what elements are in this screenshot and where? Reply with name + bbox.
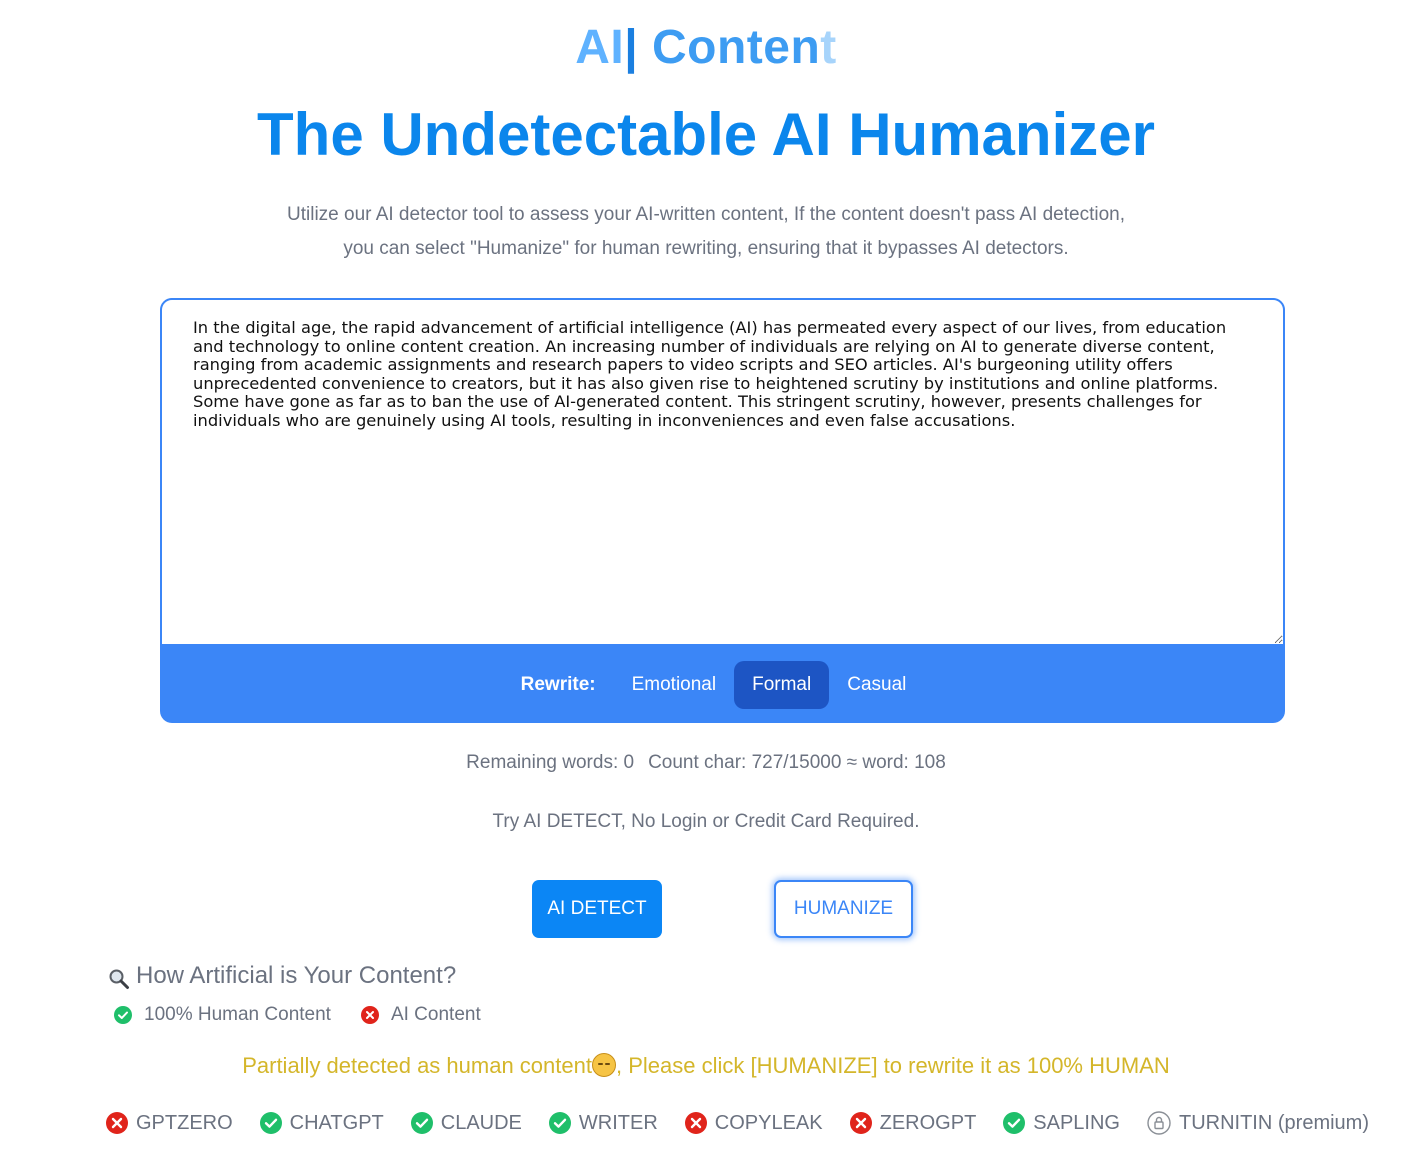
detection-message: Partially detected as human content , Ple… [0,1053,1412,1079]
detector-name: TURNITIN [1178,1111,1273,1134]
x-circle-icon [360,1006,379,1024]
detector-writer: WRITER [548,1111,658,1135]
detector-name: COPYLEAK [714,1111,823,1134]
check-circle-icon [1003,1112,1026,1134]
detection-message-start: Partially detected as human content [242,1053,592,1078]
x-circle-icon [849,1112,872,1134]
result-legend: 100% Human Content AI Content [114,1004,511,1026]
page-title: The Undetectable AI Humanizer [257,101,1155,168]
logo-content: Conten [651,21,821,74]
site-logo[interactable]: AI| Content [0,20,1412,75]
detector-zerogpt: ZEROGPT [849,1111,977,1135]
page-subtitle: Utilize our AI detector tool to assess y… [287,204,1125,259]
tone-casual[interactable]: Casual [829,661,924,709]
lock-circle-icon [1147,1111,1171,1135]
detector-name: WRITER [578,1111,658,1134]
detector-name: SAPLING [1033,1111,1120,1134]
check-circle-icon [259,1112,282,1134]
detector-name: CHATGPT [289,1111,384,1134]
pensive-face-icon [591,1053,616,1077]
magnifier-icon [109,969,129,989]
detector-results: GPTZERO CHATGPT CLAUDE WRITER COPYLEAK Z… [106,1111,1369,1135]
ai-detect-button[interactable]: AI DETECT [532,880,662,938]
tone-emotional[interactable]: Emotional [614,661,735,709]
tone-formal[interactable]: Formal [734,660,830,709]
detector-copyleak: COPYLEAK [684,1111,823,1135]
content-textarea[interactable]: In the digital age, the rapid advancemen… [160,298,1285,646]
detector-sapling: SAPLING [1003,1112,1120,1135]
check-circle-icon [410,1112,433,1134]
x-circle-icon [684,1112,707,1134]
detector-name: ZEROGPT [879,1111,977,1134]
legend-ai: AI Content [360,1004,481,1026]
word-stats: Remaining words: 0 Count char: 727/15000 … [0,752,1412,774]
result-heading: How Artificial is Your Content? [108,962,456,990]
legend-human: 100% Human Content [114,1004,331,1026]
try-notice: Try AI DETECT, No Login or Credit Card R… [492,811,920,832]
detector-gptzero: GPTZERO [106,1112,233,1135]
detector-chatgpt: CHATGPT [259,1111,384,1135]
char-count: Count char: 727/15000 ≈ word: 108 [648,752,946,773]
remaining-words: Remaining words: 0 [466,752,635,773]
x-circle-icon [106,1112,128,1134]
detector-claude: CLAUDE [410,1111,522,1135]
logo-content-fade: t [820,21,837,74]
editor-panel: In the digital age, the rapid advancemen… [160,298,1285,723]
legend-ai-label: AI Content [390,1004,481,1025]
check-circle-icon [548,1112,571,1134]
logo-ai: AI [575,21,625,74]
logo-cursor: | [624,21,639,74]
detector-name: CLAUDE [440,1111,522,1134]
detector-turnitin: TURNITIN (premium) [1147,1111,1369,1135]
rewrite-bar: Rewrite: Emotional Formal Casual [160,646,1285,723]
check-circle-icon [114,1006,132,1024]
detector-name: GPTZERO [136,1111,233,1134]
premium-note: (premium) [1277,1111,1369,1134]
legend-human-label: 100% Human Content [144,1004,331,1025]
detection-message-end: , Please click [HUMANIZE] to rewrite it … [615,1053,1170,1078]
rewrite-label: Rewrite: [520,673,596,695]
humanize-button[interactable]: HUMANIZE [774,880,913,938]
result-heading-text: How Artificial is Your Content? [136,962,457,989]
